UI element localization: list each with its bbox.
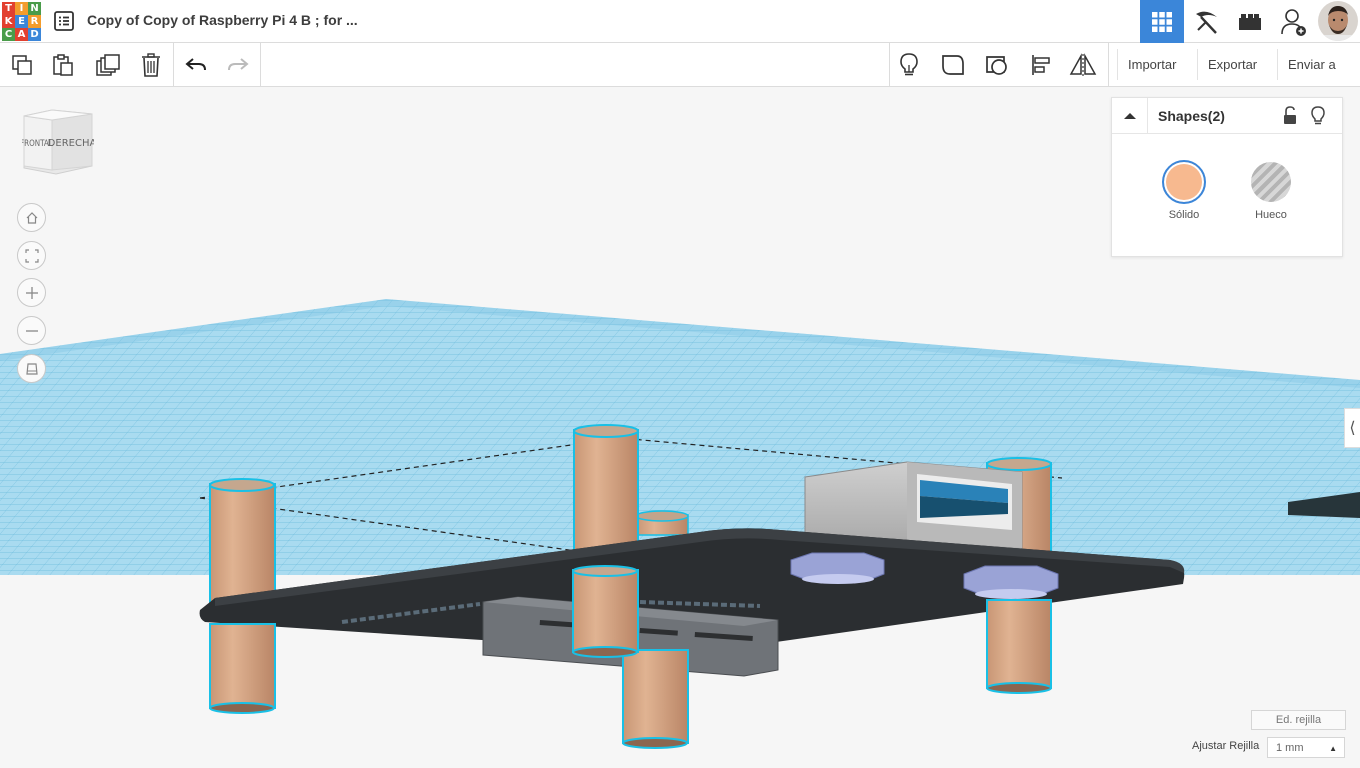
perspective-button[interactable] xyxy=(17,354,46,383)
add-user-icon xyxy=(1281,8,1306,36)
logo-letter: I xyxy=(15,2,28,15)
note-button[interactable] xyxy=(938,50,968,80)
undo-button[interactable] xyxy=(181,50,211,80)
edit-toolbar: Importar Exportar Enviar a xyxy=(0,43,1360,87)
fit-all-icon xyxy=(24,248,39,263)
solid-swatch[interactable] xyxy=(1162,160,1206,204)
perspective-icon xyxy=(25,362,38,375)
note-icon xyxy=(942,55,964,75)
3d-design-view-icon xyxy=(1152,11,1172,32)
toolbar-divider xyxy=(260,43,261,87)
shape-inspector-panel: Shapes(2) Sólido Hueco xyxy=(1111,97,1343,257)
user-avatar[interactable] xyxy=(1318,1,1358,41)
view-cube[interactable]: FRONTAL DERECHA xyxy=(20,108,96,176)
undo-icon xyxy=(185,58,206,71)
3d-design-view-button[interactable] xyxy=(1140,0,1184,43)
show-all-button[interactable] xyxy=(894,50,924,80)
invite-user-button[interactable] xyxy=(1272,0,1316,43)
delete-button[interactable] xyxy=(136,50,166,80)
mirror-button[interactable] xyxy=(1068,50,1098,80)
copy-icon xyxy=(12,55,32,75)
logo-letter: A xyxy=(15,28,28,41)
top-header: TINKERCAD Copy of Copy of Raspberry Pi 4… xyxy=(0,0,1360,43)
standoff-center-top xyxy=(573,424,639,551)
logo-letter: T xyxy=(2,2,15,15)
group-button[interactable] xyxy=(982,50,1012,80)
logo-letter: D xyxy=(28,28,41,41)
lightbulb-icon xyxy=(1311,106,1325,125)
redo-icon xyxy=(228,58,249,71)
chevron-left-icon: ⟨ xyxy=(1349,420,1356,437)
hole-swatch[interactable] xyxy=(1249,160,1293,204)
standoff-left-bottom xyxy=(209,623,276,714)
codeblocks-button[interactable] xyxy=(1184,0,1228,43)
logo-letter: R xyxy=(28,15,41,28)
panel-title: Shapes(2) xyxy=(1158,108,1225,124)
paste-icon xyxy=(53,54,73,76)
redo-button[interactable] xyxy=(223,50,253,80)
caret-up-icon: ▲ xyxy=(1329,744,1337,753)
copy-button[interactable] xyxy=(7,50,37,80)
panel-header: Shapes(2) xyxy=(1112,98,1342,134)
design-list-icon[interactable] xyxy=(53,10,75,32)
caret-up-icon xyxy=(1123,113,1136,119)
snap-grid-select[interactable]: 1 mm ▲ xyxy=(1267,737,1345,758)
paste-button[interactable] xyxy=(48,50,78,80)
hex-nut-1 xyxy=(790,552,885,584)
brick-icon xyxy=(1239,13,1261,30)
plus-icon xyxy=(25,286,38,299)
lightbulb-icon xyxy=(900,53,918,76)
standoff-front-middle xyxy=(572,565,639,658)
pickaxe-icon xyxy=(1196,11,1217,34)
minus-icon xyxy=(25,329,38,332)
logo-letter: C xyxy=(2,28,15,41)
snap-grid-value: 1 mm xyxy=(1276,741,1304,754)
viewcube-right-label: DERECHA xyxy=(48,138,94,149)
export-button[interactable]: Exportar xyxy=(1197,49,1268,80)
duplicate-button[interactable] xyxy=(93,50,123,80)
logo-letter: E xyxy=(15,15,28,28)
logo-letter: K xyxy=(2,15,15,28)
toolbar-divider xyxy=(173,43,174,87)
group-icon xyxy=(986,56,1007,75)
tinkercad-logo[interactable]: TINKERCAD xyxy=(2,2,41,41)
standoff-right-bottom xyxy=(986,599,1052,694)
unlock-icon xyxy=(1284,106,1296,124)
hole-label: Hueco xyxy=(1255,209,1287,221)
hex-nut-2 xyxy=(963,565,1059,599)
trash-icon xyxy=(142,53,160,77)
logo-letter: N xyxy=(28,2,41,15)
toolbar-divider xyxy=(889,43,890,87)
edit-grid-button[interactable]: Ed. rejilla xyxy=(1251,710,1346,730)
send-to-button[interactable]: Enviar a xyxy=(1277,49,1346,80)
standoff-center-bottom xyxy=(622,649,689,749)
standoff-back xyxy=(635,510,689,536)
zoom-out-button[interactable] xyxy=(17,316,46,345)
mirror-icon xyxy=(1069,53,1097,76)
import-button[interactable]: Importar xyxy=(1117,49,1187,80)
align-button[interactable] xyxy=(1026,50,1056,80)
snap-grid-label: Ajustar Rejilla xyxy=(1192,740,1260,752)
standoff-left-top xyxy=(209,478,276,603)
toolbar-divider xyxy=(1108,43,1109,87)
zoom-in-button[interactable] xyxy=(17,278,46,307)
document-title[interactable]: Copy of Copy of Raspberry Pi 4 B ; for .… xyxy=(87,12,358,28)
duplicate-icon xyxy=(96,54,120,76)
home-icon xyxy=(26,211,37,224)
bricks-button[interactable] xyxy=(1228,0,1272,43)
align-icon xyxy=(1032,55,1050,75)
expand-sidebar-tab[interactable]: ⟨ xyxy=(1344,408,1360,448)
lock-button[interactable] xyxy=(1282,106,1298,126)
fit-view-button[interactable] xyxy=(17,241,46,270)
solid-label: Sólido xyxy=(1168,209,1200,221)
hide-button[interactable] xyxy=(1310,106,1326,126)
collapse-panel-button[interactable] xyxy=(1112,98,1148,134)
home-view-button[interactable] xyxy=(17,203,46,232)
